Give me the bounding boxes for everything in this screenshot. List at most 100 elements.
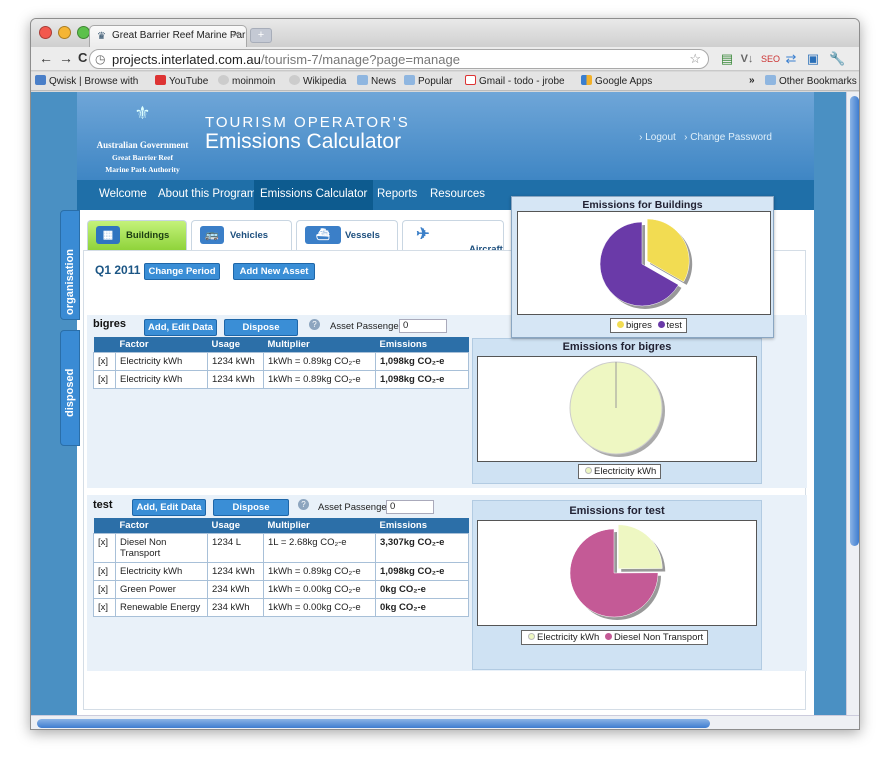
dispose-button[interactable]: Dispose xyxy=(213,499,289,516)
tab-vehicles[interactable]: 🚌 Vehicles xyxy=(191,220,292,250)
scroll-thumb[interactable] xyxy=(37,719,710,728)
bookmark-google-apps[interactable]: Google Apps xyxy=(581,75,652,87)
chart-test: Emissions for test Electricity kWh Diese… xyxy=(472,500,762,670)
reload-button[interactable]: C xyxy=(78,50,87,65)
add-edit-data-button[interactable]: Add, Edit Data xyxy=(144,319,217,336)
browser-tab[interactable]: ♛ Great Barrier Reef Marine Par ✕ xyxy=(89,25,247,47)
factor-cell: Renewable Energy xyxy=(115,598,208,617)
bookmark-popular[interactable]: Popular xyxy=(404,75,452,87)
remove-row-link[interactable]: [x] xyxy=(93,352,116,371)
bookmark-youtube[interactable]: YouTube xyxy=(155,75,208,87)
tab-buildings[interactable]: ▦ Buildings xyxy=(87,220,187,250)
factor-table: Factor Usage Multiplier Emissions [x] Di… xyxy=(93,518,469,617)
site-page: ⚜ Australian Government Great Barrier Re… xyxy=(60,92,814,715)
url-path: /tourism-7/manage?page=manage xyxy=(260,52,460,67)
address-bar[interactable]: ◷ projects.interlated.com.au/tourism-7/m… xyxy=(89,49,709,69)
extension-page-icon[interactable]: ▤ xyxy=(719,51,735,67)
side-tab-disposed-label: disposed xyxy=(64,368,76,417)
plane-icon: ✈ xyxy=(416,226,430,243)
bookmark-qwisk[interactable]: Qwisk | Browse with xyxy=(35,75,138,87)
table-row: [x] Green Power 234 kWh 1kWh = 0.00kg CO… xyxy=(93,580,469,599)
chart-bigres: Emissions for bigres Electricity kWh xyxy=(472,338,762,484)
pie-chart xyxy=(569,361,665,457)
help-icon[interactable]: ? xyxy=(298,499,309,510)
bookmark-moinmoin[interactable]: moinmoin xyxy=(218,75,275,87)
close-window-button[interactable] xyxy=(39,26,52,39)
asset-passengers-input[interactable]: 0 xyxy=(386,500,434,514)
nav-emissions-calculator[interactable]: Emissions Calculator xyxy=(254,180,374,210)
add-new-asset-button[interactable]: Add New Asset xyxy=(233,263,315,280)
authority-line-1: Great Barrier Reef xyxy=(112,153,173,162)
help-icon[interactable]: ? xyxy=(309,319,320,330)
pie-slice xyxy=(617,524,663,569)
more-bookmarks-chevron[interactable]: » xyxy=(749,75,755,86)
building-icon: ▦ xyxy=(96,226,120,244)
dispose-button[interactable]: Dispose xyxy=(224,319,298,336)
asset-passengers-input[interactable]: 0 xyxy=(399,319,447,333)
legend-swatch xyxy=(528,633,535,640)
page-info-icon: ◷ xyxy=(95,52,106,66)
legend-swatch xyxy=(585,467,592,474)
col-factor: Factor xyxy=(115,518,208,534)
col-remove xyxy=(93,518,116,534)
nav-reports[interactable]: Reports xyxy=(371,180,423,210)
back-button[interactable]: ← xyxy=(39,50,53,66)
tab-vessels[interactable]: ⛴ Vessels xyxy=(296,220,398,250)
minimize-window-button[interactable] xyxy=(58,26,71,39)
close-tab-icon[interactable]: ✕ xyxy=(232,30,240,41)
horizontal-scrollbar[interactable] xyxy=(31,715,859,729)
asset-passengers-label: Asset Passengers xyxy=(318,502,395,513)
browser-toolbar: ← → C ◷ projects.interlated.com.au/touri… xyxy=(31,47,859,71)
col-emissions: Emissions xyxy=(375,518,469,534)
add-edit-data-button[interactable]: Add, Edit Data xyxy=(132,499,206,516)
other-bookmarks[interactable]: Other Bookmarks xyxy=(765,75,857,87)
factor-cell: Green Power xyxy=(115,580,208,599)
usage-cell: 1234 kWh xyxy=(207,562,264,581)
vertical-scrollbar[interactable] xyxy=(846,92,859,715)
asset-passengers-label: Asset Passengers xyxy=(330,321,407,332)
remove-row-link[interactable]: [x] xyxy=(93,598,116,617)
bookmarks-bar: Qwisk | Browse with YouTube moinmoin Wik… xyxy=(31,72,859,91)
bookmark-news[interactable]: News xyxy=(357,75,396,87)
multiplier-cell: 1kWh = 0.89kg CO₂-e xyxy=(263,562,376,581)
asset-name: test xyxy=(93,499,113,511)
table-header: Factor Usage Multiplier Emissions xyxy=(93,337,469,353)
remove-row-link[interactable]: [x] xyxy=(93,370,116,389)
nav-resources[interactable]: Resources xyxy=(424,180,491,210)
chart-title: Emissions for Buildings xyxy=(582,199,703,211)
bookmark-gmail[interactable]: Gmail - todo - jrobe xyxy=(465,75,565,87)
nav-welcome[interactable]: Welcome xyxy=(93,180,153,210)
extension-arrows-icon[interactable]: ⇄ xyxy=(783,51,799,67)
change-password-link[interactable]: › Change Password xyxy=(684,132,772,143)
forward-button[interactable]: → xyxy=(59,50,73,66)
chart-title: Emissions for test xyxy=(569,505,665,517)
extension-seo-icon[interactable]: SEO xyxy=(761,51,780,67)
side-tab-disposed[interactable]: disposed xyxy=(60,330,80,446)
chart-legend: bigres test xyxy=(610,318,687,333)
remove-row-link[interactable]: [x] xyxy=(93,580,116,599)
legend-swatch xyxy=(657,321,665,328)
change-period-button[interactable]: Change Period xyxy=(144,263,220,280)
tab-aircraft-travel[interactable]: ✈ Aircraft and Travel xyxy=(402,220,504,265)
asset-name: bigres xyxy=(93,318,127,330)
multiplier-cell: 1kWh = 0.89kg CO₂-e xyxy=(263,352,376,371)
remove-row-link[interactable]: [x] xyxy=(93,562,116,581)
wrench-menu-icon[interactable]: 🔧 xyxy=(829,51,845,67)
emissions-cell: 1,098kg CO₂-e xyxy=(375,370,469,389)
nav-about[interactable]: About this Program xyxy=(152,180,262,210)
bookmark-star-icon[interactable]: ☆ xyxy=(689,51,701,67)
extension-monitor-icon[interactable]: ▣ xyxy=(805,51,821,67)
globe-icon xyxy=(218,75,229,85)
tab-title: Great Barrier Reef Marine Par xyxy=(112,30,246,41)
side-tab-organisation[interactable]: organisation xyxy=(60,210,80,320)
new-tab-button[interactable]: + xyxy=(250,28,272,43)
scroll-thumb[interactable] xyxy=(850,96,859,546)
logout-link[interactable]: › Logout xyxy=(639,132,676,143)
remove-row-link[interactable]: [x] xyxy=(93,533,116,563)
extension-vu-icon[interactable]: V↓ xyxy=(739,51,755,67)
col-factor: Factor xyxy=(115,337,208,353)
factor-cell: Electricity kWh xyxy=(115,370,208,389)
bookmark-wikipedia[interactable]: Wikipedia xyxy=(289,75,346,87)
google-apps-icon xyxy=(581,75,592,85)
legend-label: test xyxy=(666,320,682,331)
